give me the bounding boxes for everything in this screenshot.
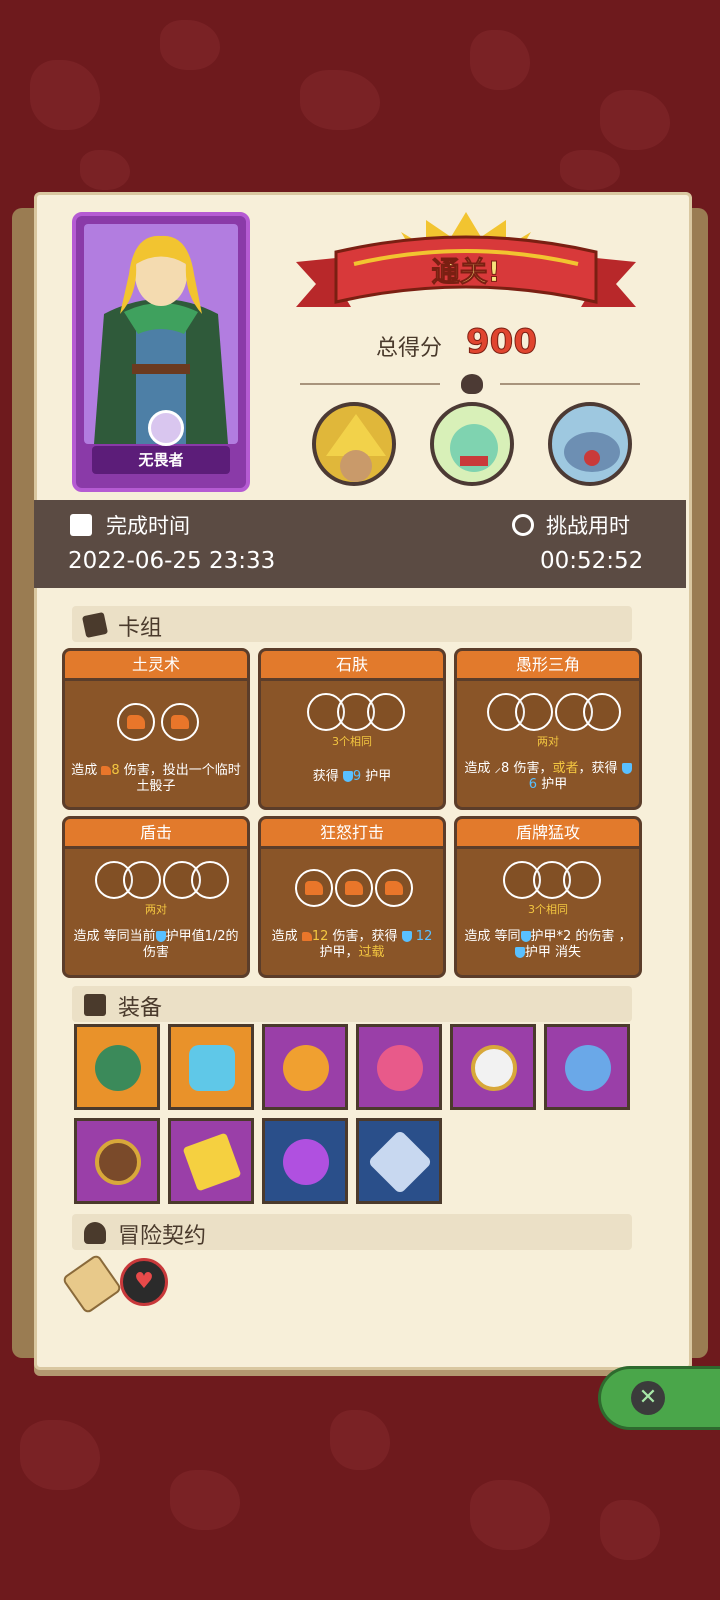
cards-icon: [81, 611, 109, 639]
score-label: 总得分: [376, 336, 443, 361]
equipment-title: 装备: [118, 996, 163, 1021]
equipment-cheese[interactable]: [168, 1118, 254, 1204]
heart-contract-icon[interactable]: ♥: [120, 1258, 168, 1306]
skill-card[interactable]: 盾击 两对 造成 等同当前 护甲值1/2的伤害: [62, 816, 250, 978]
skull-icon: [461, 374, 483, 394]
skill-card[interactable]: 狂怒打击 造成 12 伤害，获得 12 护甲，过载: [258, 816, 446, 978]
complete-time-value: 2022-06-25 23:33: [68, 548, 276, 574]
card-title: 狂怒打击: [319, 823, 384, 842]
card-condition: 3个相同: [528, 903, 568, 916]
card-desc: 造成 12 伤害，获得 12 护甲，过载: [271, 929, 433, 960]
card-title: 盾牌猛攻: [515, 823, 580, 842]
equipment-mushroom[interactable]: [356, 1024, 442, 1110]
card-title: 土灵术: [131, 655, 180, 674]
equipment-ice-shield[interactable]: [168, 1024, 254, 1110]
card-title: 愚形三角: [515, 655, 580, 674]
card-desc: 造成 等同当前 护甲值1/2的伤害: [73, 929, 239, 960]
card-desc: 获得 9 护甲: [312, 769, 392, 784]
hero-name: 无畏者: [92, 446, 230, 474]
score-value: 900: [466, 322, 538, 363]
deck-title: 卡组: [118, 616, 163, 641]
equipment-potion-jug[interactable]: [262, 1118, 348, 1204]
victory-banner: 通关!: [296, 212, 636, 332]
person-icon: [84, 1222, 106, 1244]
box-icon: [84, 994, 106, 1016]
skill-card[interactable]: 盾牌猛攻 3个相同 造成 等同 护甲*2 的伤害 ，护甲 消失: [454, 816, 642, 978]
hero-medal-icon: [148, 410, 184, 446]
card-desc: 造成 ⸝8 伤害，或者，获得 6 护甲: [463, 761, 633, 793]
boss-portrait-fish[interactable]: [548, 402, 632, 486]
card-condition: 3个相同: [332, 735, 372, 748]
equipment-section-header: 装备: [72, 986, 632, 1022]
card-condition: 两对: [537, 735, 559, 748]
equipment-snowflake-charm[interactable]: [356, 1118, 442, 1204]
complete-time-label: 完成时间: [106, 514, 190, 538]
contract-title: 冒险契约: [118, 1224, 207, 1249]
card-condition: 两对: [145, 903, 167, 916]
equipment-mirror[interactable]: [450, 1024, 536, 1110]
equipment-ring[interactable]: [544, 1024, 630, 1110]
boss-portrait-wizard[interactable]: [312, 402, 396, 486]
close-button[interactable]: ✕: [598, 1366, 720, 1430]
time-bar: 完成时间 2022-06-25 23:33 挑战用时 00:52:52: [34, 500, 686, 588]
challenge-time-label: 挑战用时: [546, 514, 630, 538]
victory-text: 通关!: [431, 255, 501, 289]
challenge-time-value: 00:52:52: [540, 548, 644, 574]
skill-card[interactable]: 愚形三角 两对 造成 ⸝8 伤害，或者，获得 6 护甲: [454, 648, 642, 810]
equipment-earth-amulet[interactable]: [74, 1118, 160, 1204]
deck-section-header: 卡组: [72, 606, 632, 642]
card-desc: 造成 等同 护甲*2 的伤害 ，护甲 消失: [464, 929, 632, 960]
contract-section-header: 冒险契约: [72, 1214, 632, 1250]
calendar-icon: [70, 514, 92, 536]
card-title: 盾击: [139, 823, 172, 842]
skill-card[interactable]: 土灵术 造成 8 伤害，投出一个临时土骰子: [62, 648, 250, 810]
card-title: 石肤: [335, 655, 368, 674]
hero-card[interactable]: 无畏者: [72, 212, 250, 492]
stopwatch-icon: [512, 514, 534, 536]
card-desc: 造成 8 伤害，投出一个临时土骰子: [71, 763, 241, 794]
skill-card[interactable]: 石肤 3个相同 获得 9 护甲: [258, 648, 446, 810]
boss-portrait-goblin[interactable]: [430, 402, 514, 486]
equipment-turtle-shell[interactable]: [74, 1024, 160, 1110]
close-icon: ✕: [631, 1381, 665, 1415]
equipment-fire-gem[interactable]: [262, 1024, 348, 1110]
